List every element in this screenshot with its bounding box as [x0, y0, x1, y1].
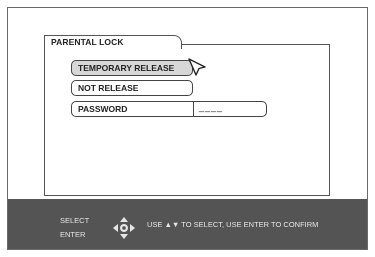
- enter-label: ENTER: [60, 230, 86, 239]
- panel-title: PARENTAL LOCK: [51, 37, 124, 47]
- temporary-release-option[interactable]: TEMPORARY RELEASE: [71, 60, 193, 76]
- option-label: PASSWORD: [78, 104, 128, 114]
- instruction-bar: SELECT ENTER USE ▲▼ TO SELECT, USE ENTER…: [8, 199, 367, 249]
- joystick-icon: [113, 217, 135, 239]
- instruction-text: USE ▲▼ TO SELECT, USE ENTER TO CONFIRM: [147, 220, 319, 229]
- select-label: SELECT: [60, 216, 90, 225]
- pointer-cursor-icon: [188, 58, 206, 76]
- password-field[interactable]: ____: [193, 100, 265, 117]
- option-label: NOT RELEASE: [78, 83, 139, 93]
- password-option[interactable]: PASSWORD ____: [71, 100, 267, 117]
- password-value: ____: [199, 101, 224, 112]
- not-release-option[interactable]: NOT RELEASE: [71, 80, 193, 96]
- parental-lock-panel: PARENTAL LOCK TEMPORARY RELEASE NOT RELE…: [44, 35, 330, 196]
- panel-tab: PARENTAL LOCK: [44, 35, 182, 49]
- option-label: TEMPORARY RELEASE: [78, 63, 175, 73]
